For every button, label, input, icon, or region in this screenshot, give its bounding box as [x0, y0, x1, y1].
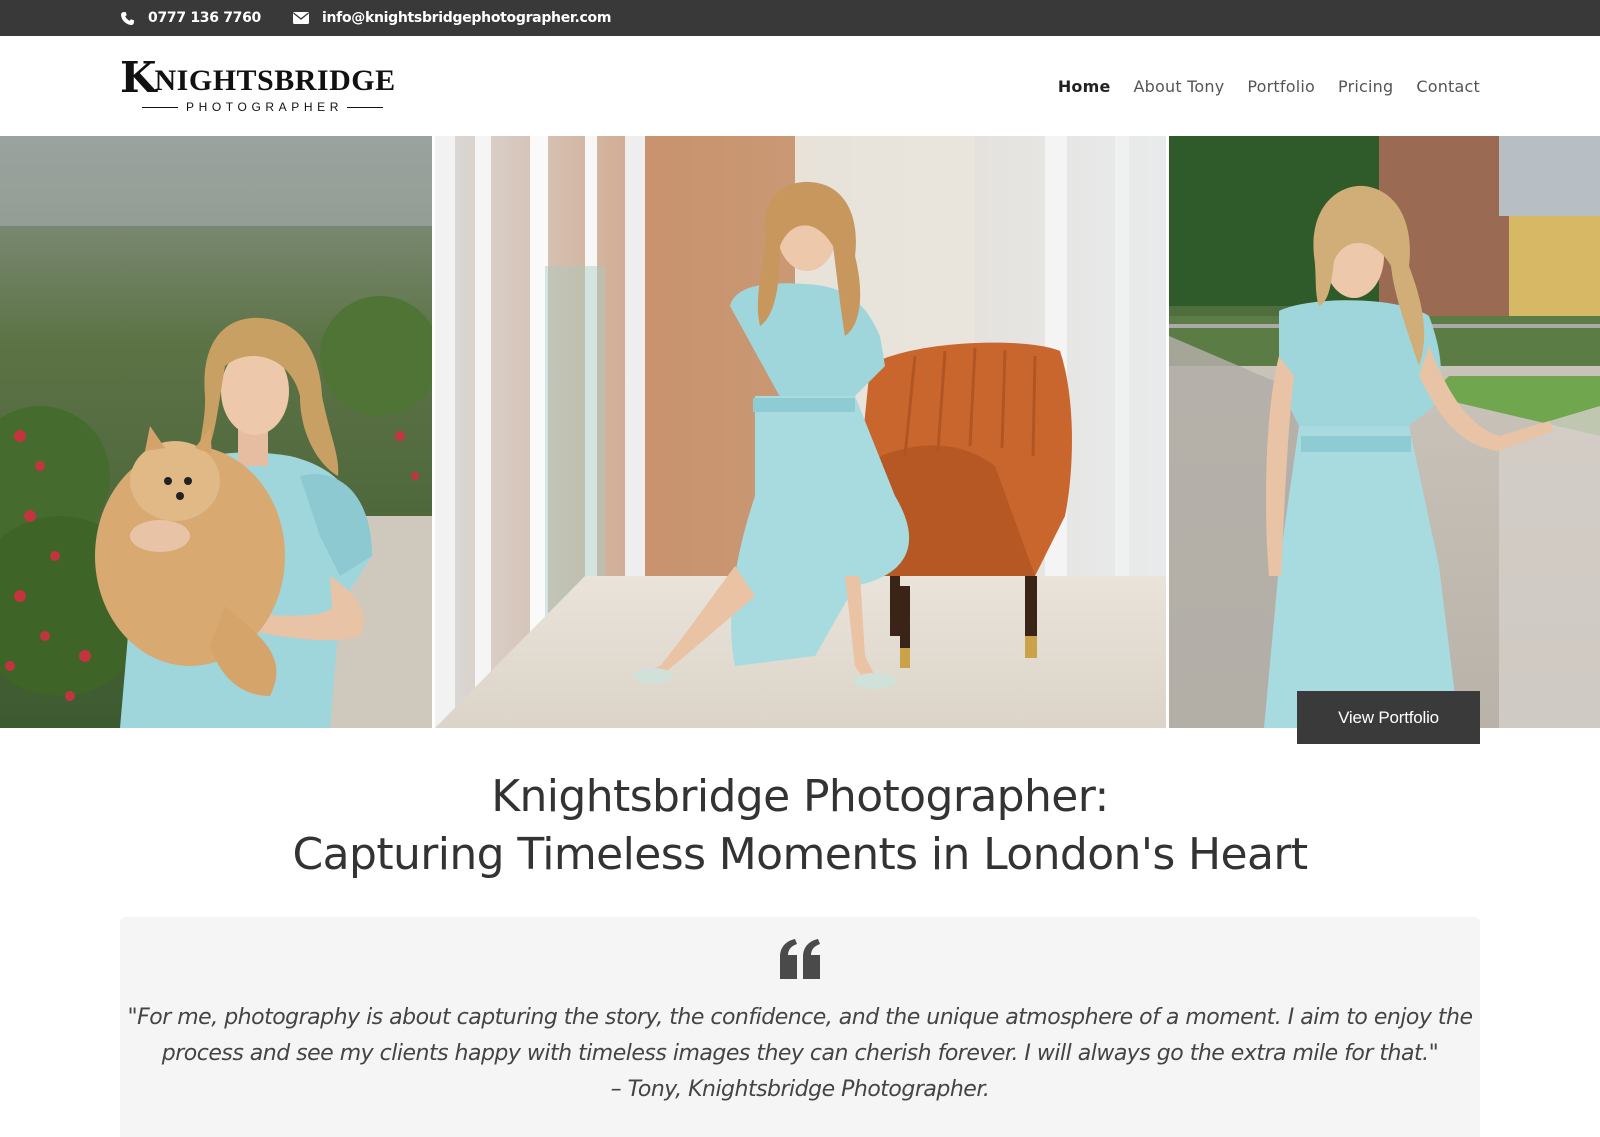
headline-line-2: Capturing Timeless Moments in London's H… [292, 829, 1309, 880]
logo-rule-right [347, 106, 383, 108]
logo-rule-left [142, 106, 178, 108]
site-logo[interactable]: K NIGHTSBRIDGE PHOTOGRAPHER [120, 53, 405, 116]
email-address: info@knightsbridgephotographer.com [322, 10, 612, 26]
phone-link[interactable]: 0777 136 7760 [119, 0, 261, 36]
logo-tagline: PHOTOGRAPHER [120, 100, 405, 114]
quote-icon [778, 939, 822, 979]
quote-attribution: – Tony, Knightsbridge Photographer. [610, 1077, 990, 1102]
top-contact-bar: 0777 136 7760 info@knightsbridgephotogra… [0, 0, 1600, 36]
testimonial-quote-box: "For me, photography is about capturing … [120, 917, 1480, 1137]
logo-wordmark: K NIGHTSBRIDGE [120, 53, 396, 102]
hero-photo-orange-chair [435, 136, 1166, 728]
nav-item-portfolio[interactable]: Portfolio [1247, 77, 1315, 96]
hero-photo-garden-dog [0, 136, 432, 728]
hero-photo-balcony [1169, 136, 1600, 728]
testimonial-text: "For me, photography is about capturing … [120, 1000, 1480, 1108]
nav-item-pricing[interactable]: Pricing [1338, 77, 1393, 96]
hero-gallery: View Portfolio [0, 136, 1600, 744]
nav-item-about-tony[interactable]: About Tony [1134, 77, 1225, 96]
main-navigation: Home About Tony Portfolio Pricing Contac… [1035, 36, 1480, 136]
phone-icon [119, 10, 135, 26]
page-headline: Knightsbridge Photographer: Capturing Ti… [0, 768, 1600, 884]
logo-name: NIGHTSBRIDGE [154, 64, 396, 97]
nav-item-contact[interactable]: Contact [1416, 77, 1480, 96]
quote-line-2: process and see my clients happy with ti… [161, 1041, 1439, 1066]
quote-line-1: "For me, photography is about capturing … [127, 1005, 1473, 1030]
view-portfolio-button[interactable]: View Portfolio [1297, 691, 1480, 744]
site-header: K NIGHTSBRIDGE PHOTOGRAPHER Home About T… [0, 36, 1600, 136]
logo-sub-text: PHOTOGRAPHER [186, 100, 343, 114]
logo-initial: K [120, 53, 157, 102]
phone-number: 0777 136 7760 [148, 10, 262, 26]
headline-line-1: Knightsbridge Photographer: [491, 771, 1109, 822]
envelope-icon [293, 10, 309, 26]
nav-item-home[interactable]: Home [1058, 77, 1111, 96]
email-link[interactable]: info@knightsbridgephotographer.com [293, 0, 611, 36]
